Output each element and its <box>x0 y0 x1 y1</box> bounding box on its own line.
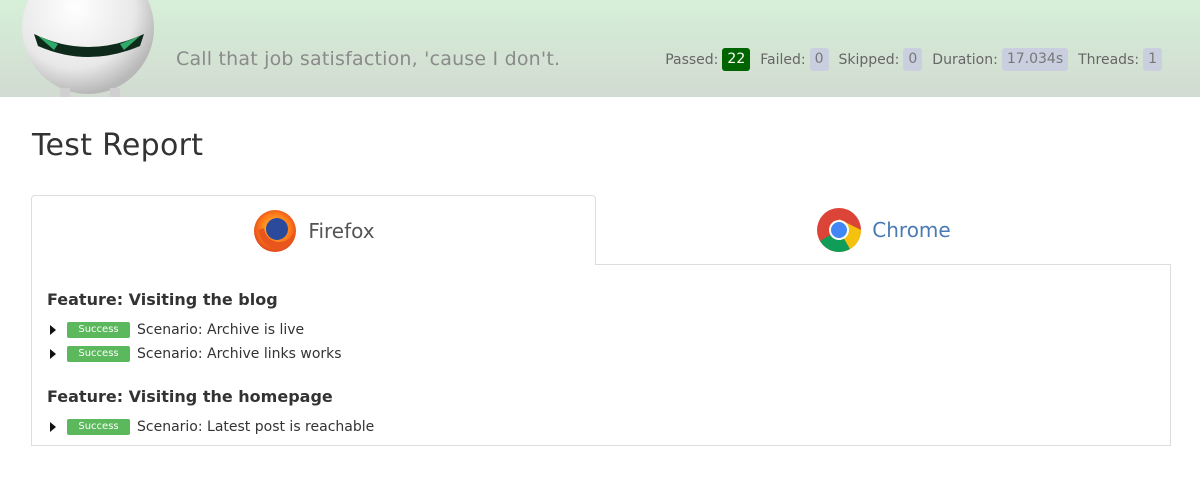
panel-divider <box>596 264 1171 265</box>
scenario-name: Scenario: Archive links works <box>137 346 342 362</box>
header-tagline: Call that job satisfaction, 'cause I don… <box>176 48 561 70</box>
skipped-count-badge: 0 <box>903 48 923 71</box>
scenario-row[interactable]: Success Scenario: Archive links works <box>50 346 342 362</box>
scenario-row[interactable]: Success Scenario: Latest post is reachab… <box>50 419 374 435</box>
failed-count-badge: 0 <box>809 48 829 71</box>
skipped-label: Skipped: <box>838 51 900 68</box>
status-badge: Success <box>67 322 130 338</box>
tab-firefox-label: Firefox <box>308 218 375 243</box>
report-header: Call that job satisfaction, 'cause I don… <box>0 0 1200 97</box>
test-stats: Passed: 22 Failed: 0 Skipped: 0 Duration… <box>665 48 1162 71</box>
passed-label: Passed: <box>665 51 719 68</box>
tab-chrome-label: Chrome <box>872 218 951 242</box>
chrome-icon <box>817 208 862 252</box>
tab-chrome[interactable]: Chrome <box>596 195 1171 265</box>
threads-badge: 1 <box>1143 48 1162 71</box>
scenario-name: Scenario: Latest post is reachable <box>137 419 375 435</box>
feature-title: Feature: Visiting the blog <box>47 290 278 309</box>
firefox-icon <box>254 209 297 252</box>
feature-title: Feature: Visiting the homepage <box>47 387 333 406</box>
expand-caret-icon[interactable] <box>50 325 56 335</box>
threads-label: Threads: <box>1078 51 1140 68</box>
tab-firefox[interactable]: Firefox <box>31 195 596 265</box>
scenario-row[interactable]: Success Scenario: Archive is live <box>50 322 304 338</box>
page-title: Test Report <box>32 128 204 163</box>
browser-tabs: Firefox Chrome <box>31 195 1171 265</box>
expand-caret-icon[interactable] <box>50 349 56 359</box>
expand-caret-icon[interactable] <box>50 422 56 432</box>
failed-label: Failed: <box>760 51 806 68</box>
status-badge: Success <box>67 419 130 435</box>
robot-mascot-icon <box>22 0 154 97</box>
scenario-name: Scenario: Archive is live <box>137 322 305 338</box>
duration-label: Duration: <box>932 51 998 68</box>
duration-badge: 17.034s <box>1001 48 1069 71</box>
passed-count-badge: 22 <box>722 48 751 71</box>
status-badge: Success <box>67 346 130 362</box>
